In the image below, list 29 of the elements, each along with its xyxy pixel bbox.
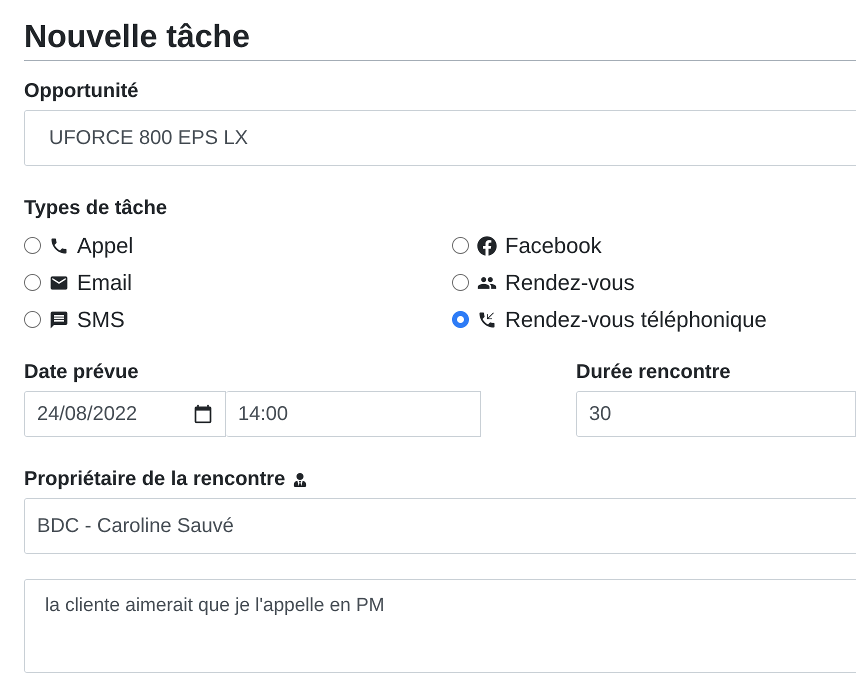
opportunity-field[interactable]: UFORCE 800 EPS LX bbox=[24, 110, 856, 166]
radio-button[interactable] bbox=[452, 237, 469, 254]
phone-icon bbox=[49, 236, 69, 256]
field-label: Propriétaire de la rencontre bbox=[24, 467, 286, 492]
option-label: SMS bbox=[77, 306, 125, 334]
radio-button[interactable] bbox=[24, 237, 41, 254]
chat-icon bbox=[49, 310, 69, 330]
radio-button[interactable] bbox=[24, 274, 41, 291]
field-label: Types de tâche bbox=[24, 196, 168, 221]
option-label: Email bbox=[77, 269, 132, 297]
calendar-icon bbox=[193, 404, 213, 424]
time-field[interactable]: 14:00 bbox=[226, 391, 481, 437]
option-label: Rendez-vous téléphonique bbox=[505, 306, 767, 334]
notes-field[interactable]: la cliente aimerait que je l'appelle en PM bbox=[24, 579, 856, 673]
option-label: Appel bbox=[77, 232, 134, 260]
field-label: Opportunité bbox=[24, 79, 140, 104]
option-label: Rendez-vous bbox=[505, 269, 635, 297]
field-label: Durée rencontre bbox=[576, 360, 732, 385]
field-label: Date prévue bbox=[24, 360, 140, 385]
duration-field[interactable]: 30 bbox=[576, 391, 856, 437]
person-icon bbox=[293, 472, 308, 486]
facebook-icon bbox=[477, 236, 497, 256]
radio-button[interactable] bbox=[452, 311, 469, 328]
option-label: Facebook bbox=[505, 232, 602, 260]
page-title: Nouvelle tâche bbox=[24, 17, 251, 56]
radio-button[interactable] bbox=[452, 274, 469, 291]
date-field[interactable]: 24/08/2022 bbox=[24, 391, 226, 437]
radio-button[interactable] bbox=[24, 311, 41, 328]
owner-field[interactable]: BDC - Caroline Sauvé bbox=[24, 498, 856, 554]
